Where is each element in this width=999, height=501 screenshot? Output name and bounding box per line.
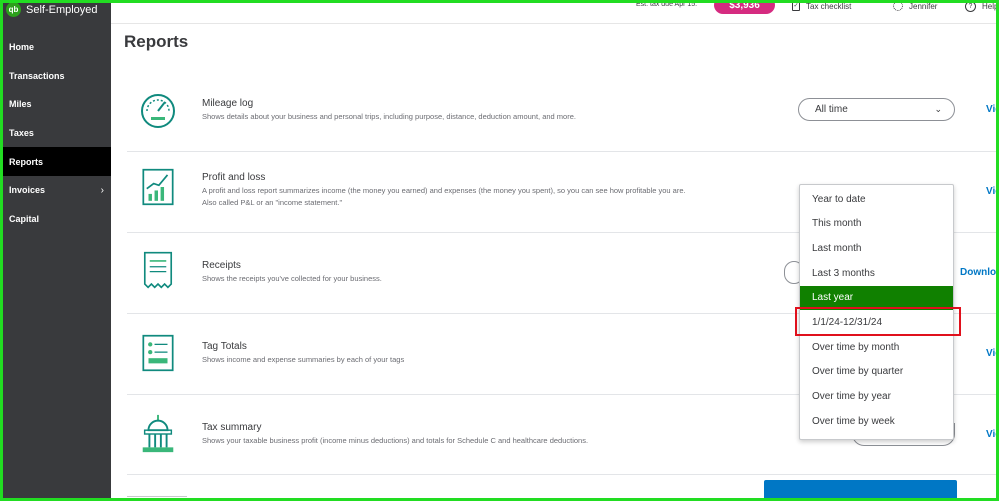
- report-description: Shows your taxable business profit (inco…: [202, 436, 589, 445]
- dropdown-option-over-time-by-year[interactable]: Over time by year: [800, 385, 953, 409]
- report-description-continued: Also called P&L or an "income statement.…: [202, 198, 343, 207]
- action-button[interactable]: [764, 480, 957, 501]
- sidebar-item-label: Reports: [9, 156, 44, 167]
- annotation-highlight-box: [795, 307, 961, 336]
- report-row-mileage-log: Mileage log Shows details about your bus…: [127, 88, 999, 150]
- view-report-link[interactable]: View: [986, 104, 999, 115]
- report-title[interactable]: Receipts: [202, 260, 241, 271]
- sidebar-item-capital[interactable]: Capital: [0, 205, 111, 234]
- sidebar-item-taxes[interactable]: Taxes: [0, 119, 111, 148]
- report-description: Shows the receipts you've collected for …: [202, 274, 382, 283]
- dropdown-option-year-to-date[interactable]: Year to date: [800, 187, 953, 211]
- sidebar-item-reports[interactable]: Reports: [0, 147, 111, 176]
- sidebar-item-label: Home: [9, 42, 35, 53]
- chevron-down-icon: ⌄: [934, 104, 942, 114]
- sidebar-item-label: Taxes: [9, 128, 34, 139]
- checklist-icon: ✓: [792, 1, 800, 11]
- top-bar: Est. tax due Apr 15: $3,936 ✓ Tax checkl…: [111, 0, 999, 24]
- sidebar-item-invoices[interactable]: Invoices ›: [0, 176, 111, 205]
- report-title[interactable]: Profit and loss: [202, 172, 265, 183]
- report-description: Shows income and expense summaries by ea…: [202, 355, 405, 364]
- speedometer-icon: [141, 94, 175, 128]
- growth-chart-icon: [142, 168, 174, 206]
- help-link[interactable]: ? Help: [965, 1, 998, 12]
- brand[interactable]: qb Self-Employed: [6, 2, 98, 17]
- user-menu[interactable]: Jennifer: [893, 1, 937, 11]
- date-range-select[interactable]: All time ⌄: [798, 98, 955, 121]
- sidebar-item-label: Miles: [9, 99, 32, 110]
- view-report-link[interactable]: View: [986, 186, 999, 197]
- date-range-value: All time: [815, 104, 848, 115]
- row-divider: [127, 474, 999, 475]
- report-title[interactable]: Tax summary: [202, 422, 261, 433]
- tax-due-label: Est. tax due Apr 15:: [636, 1, 698, 8]
- dropdown-option-last-month[interactable]: Last month: [800, 236, 953, 260]
- gear-icon: [893, 1, 903, 11]
- download-report-link[interactable]: Download: [960, 267, 999, 278]
- tax-checklist-link[interactable]: ✓ Tax checklist: [792, 1, 851, 11]
- dropdown-option-this-month[interactable]: This month: [800, 212, 953, 236]
- sidebar: qb Self-Employed Home Transactions Miles…: [0, 0, 111, 501]
- dropdown-option-over-time-by-quarter[interactable]: Over time by quarter: [800, 360, 953, 384]
- sidebar-item-miles[interactable]: Miles: [0, 90, 111, 119]
- report-description: A profit and loss report summarizes inco…: [202, 186, 686, 195]
- divider: [127, 496, 187, 497]
- report-title[interactable]: Tag Totals: [202, 341, 247, 352]
- app-name: Self-Employed: [26, 3, 98, 16]
- dropdown-option-over-time-by-month[interactable]: Over time by month: [800, 335, 953, 359]
- user-name: Jennifer: [909, 1, 938, 11]
- sidebar-item-label: Invoices: [9, 185, 46, 196]
- sidebar-item-label: Capital: [9, 213, 40, 224]
- dropdown-option-last-3-months[interactable]: Last 3 months: [800, 261, 953, 285]
- quickbooks-logo-icon: qb: [6, 2, 21, 17]
- view-report-link[interactable]: View: [986, 348, 999, 359]
- sidebar-nav: Home Transactions Miles Taxes Reports In…: [0, 33, 111, 233]
- view-report-link[interactable]: View: [986, 429, 999, 440]
- receipt-icon: [143, 251, 173, 289]
- sidebar-item-label: Transactions: [9, 70, 65, 81]
- sidebar-item-home[interactable]: Home: [0, 33, 111, 62]
- report-description: Shows details about your business and pe…: [202, 112, 576, 121]
- sidebar-item-transactions[interactable]: Transactions: [0, 62, 111, 91]
- help-label: Help: [982, 2, 999, 11]
- chevron-right-icon: ›: [100, 184, 104, 196]
- tag-list-icon: [142, 334, 174, 372]
- report-title[interactable]: Mileage log: [202, 98, 253, 109]
- help-icon: ?: [965, 1, 976, 12]
- tax-due-badge[interactable]: $3,936: [714, 0, 775, 14]
- page-title: Reports: [124, 32, 189, 51]
- capitol-building-icon: [142, 414, 174, 453]
- dropdown-option-over-time-by-week[interactable]: Over time by week: [800, 409, 953, 433]
- tax-checklist-label: Tax checklist: [806, 1, 852, 11]
